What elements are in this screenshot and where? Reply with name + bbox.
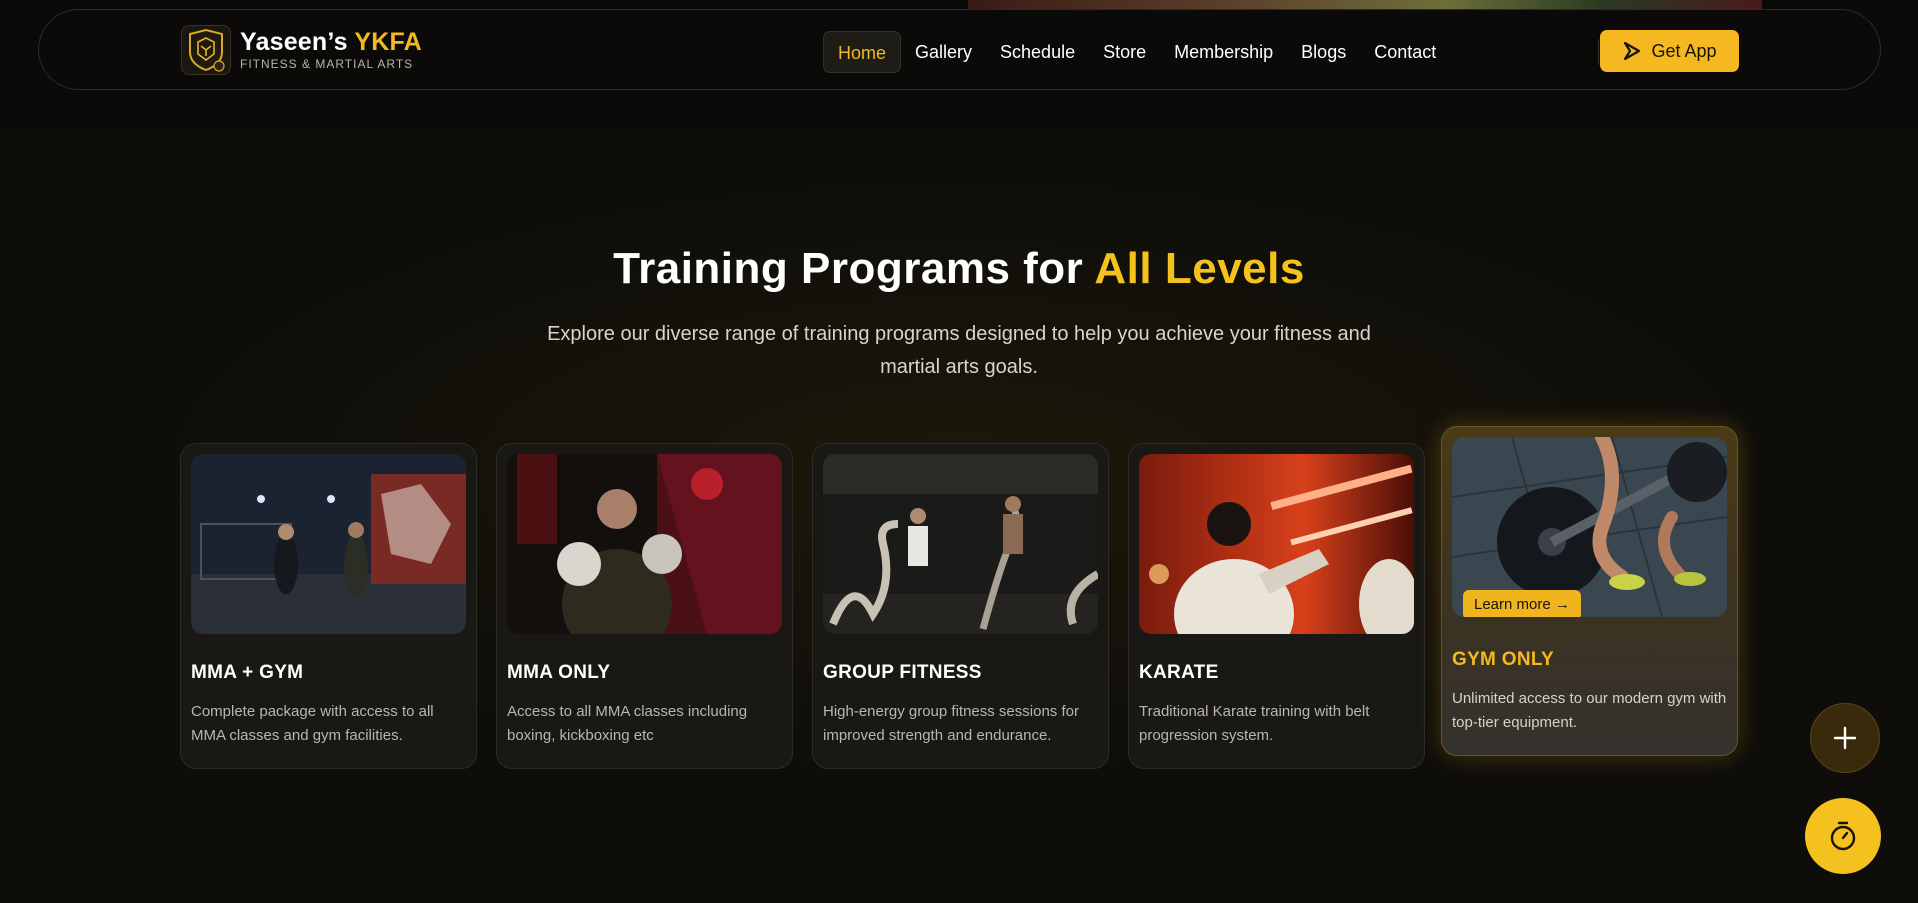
stopwatch-icon — [1830, 821, 1856, 851]
get-app-label: Get App — [1651, 40, 1717, 61]
nav-divider — [1598, 39, 1599, 65]
brand[interactable]: Yaseen’s YKFA FITNESS & MARTIAL ARTS — [240, 28, 422, 71]
program-title: KARATE — [1139, 662, 1219, 683]
program-title: GROUP FITNESS — [823, 662, 982, 683]
ykfa-shield-logo-icon[interactable] — [181, 25, 231, 75]
nav-link-gallery[interactable]: Gallery — [901, 31, 986, 73]
nav-link-schedule[interactable]: Schedule — [986, 31, 1089, 73]
expand-actions-button[interactable] — [1810, 703, 1880, 773]
nav-link-store[interactable]: Store — [1089, 31, 1160, 73]
program-card-mma-only[interactable]: MMA ONLY Access to all MMA classes inclu… — [496, 443, 793, 769]
program-image-gym-only: Learn more → — [1452, 437, 1727, 617]
program-card-group-fitness[interactable]: GROUP FITNESS High-energy group fitness … — [812, 443, 1109, 769]
plus-icon — [1833, 726, 1857, 750]
program-image-mma-only — [507, 454, 782, 634]
nav-link-blogs[interactable]: Blogs — [1287, 31, 1360, 73]
section-title-main: Training Programs for — [613, 244, 1084, 293]
program-image-group-fitness — [823, 454, 1098, 634]
timer-button[interactable] — [1805, 798, 1881, 874]
brand-name-accent: YKFA — [354, 28, 422, 56]
program-image-karate — [1139, 454, 1414, 634]
program-card-gym-only[interactable]: Learn more → GYM ONLY Unlimited access t… — [1441, 426, 1738, 756]
program-description: Complete package with access to all MMA … — [191, 703, 434, 744]
learn-more-button[interactable]: Learn more → — [1463, 590, 1581, 617]
program-title: MMA ONLY — [507, 662, 611, 683]
navbar: Yaseen’s YKFA FITNESS & MARTIAL ARTS Hom… — [38, 9, 1881, 90]
nav-links: Home Gallery Schedule Store Membership B… — [823, 31, 1450, 73]
program-image-mma-gym — [191, 454, 466, 634]
program-description: Unlimited access to our modern gym with … — [1452, 690, 1727, 731]
nav-link-membership[interactable]: Membership — [1160, 31, 1287, 73]
nav-link-home[interactable]: Home — [823, 31, 902, 73]
get-app-button[interactable]: Get App — [1600, 30, 1739, 72]
program-description: High-energy group fitness sessions for i… — [823, 703, 1079, 744]
section-title-accent: All Levels — [1094, 244, 1305, 293]
program-title: MMA + GYM — [191, 662, 304, 683]
brand-name: Yaseen’s YKFA — [240, 28, 422, 56]
program-card-karate[interactable]: KARATE Traditional Karate training with … — [1128, 443, 1425, 769]
brand-tagline: FITNESS & MARTIAL ARTS — [240, 57, 414, 71]
section-title: Training Programs for All Levels — [0, 244, 1918, 294]
chevron-arrow-icon — [1624, 41, 1641, 61]
nav-link-contact[interactable]: Contact — [1360, 31, 1450, 73]
section-subtitle: Explore our diverse range of training pr… — [547, 323, 1371, 378]
program-title: GYM ONLY — [1452, 649, 1554, 670]
program-description: Traditional Karate training with belt pr… — [1139, 703, 1370, 744]
program-description: Access to all MMA classes including boxi… — [507, 703, 748, 744]
program-card-mma-gym[interactable]: MMA + GYM Complete package with access t… — [180, 443, 477, 769]
